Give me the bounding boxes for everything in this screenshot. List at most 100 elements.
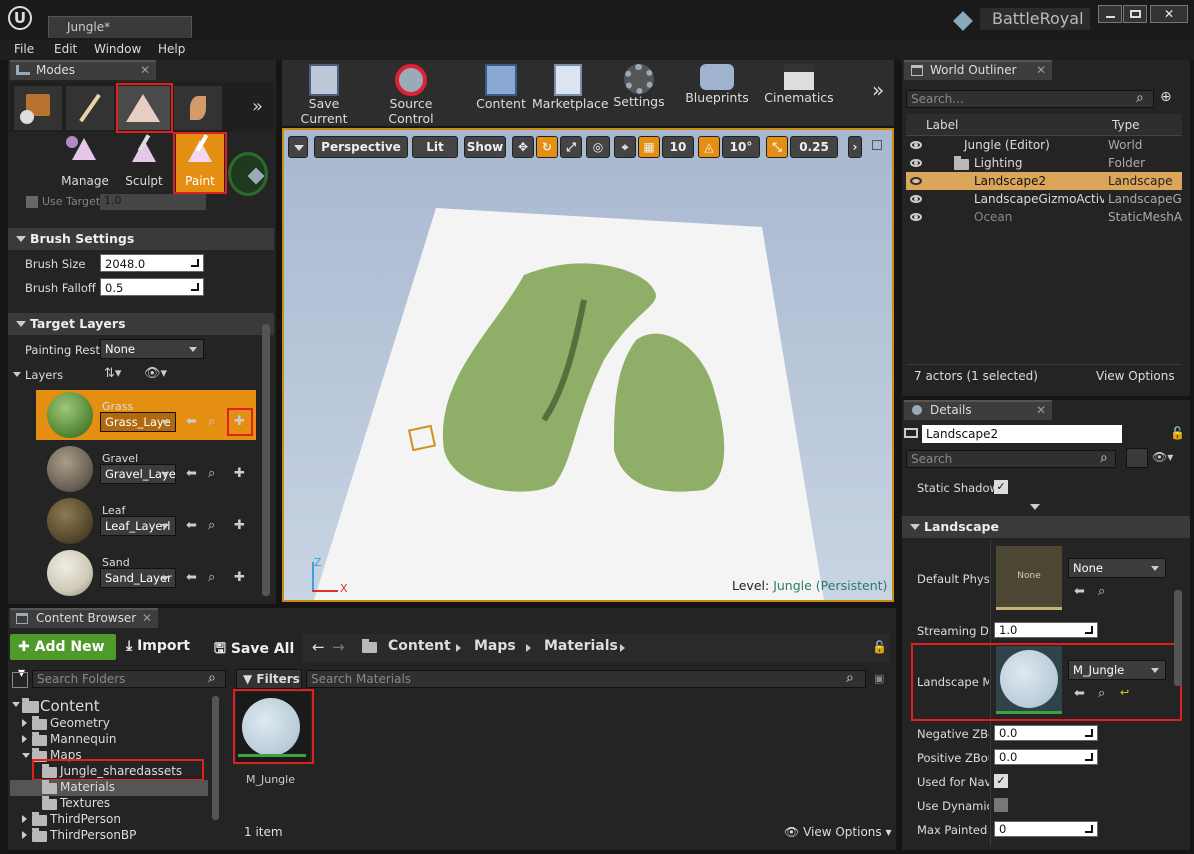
tree-geometry[interactable]: Geometry xyxy=(22,716,212,732)
lock-icon[interactable]: 🔓 xyxy=(1170,426,1185,440)
add-icon[interactable]: ✚ xyxy=(234,518,245,533)
rotate-icon[interactable]: ↻ xyxy=(536,136,558,158)
paint-mode-icon[interactable] xyxy=(66,86,114,130)
path-materials[interactable]: Materials xyxy=(544,638,618,654)
manage-tool[interactable]: Manage xyxy=(56,134,114,192)
surface-snap-icon[interactable]: ⌖ xyxy=(614,136,636,158)
close-icon[interactable]: ✕ xyxy=(142,610,152,627)
actor-name-input[interactable]: Landscape2 xyxy=(922,425,1122,443)
eye-icon[interactable] xyxy=(910,159,922,167)
settings-button[interactable]: Settings xyxy=(612,64,666,109)
eye-icon[interactable] xyxy=(910,141,922,149)
max-painted-field[interactable]: 0 xyxy=(994,821,1098,837)
world-outliner-tab[interactable]: World Outliner ✕ xyxy=(904,60,1052,80)
visibility-icon[interactable]: 👁▾ xyxy=(144,366,167,381)
maximize-button[interactable] xyxy=(1123,5,1147,23)
add-new-button[interactable]: ✚ Add New ▾ xyxy=(10,634,116,681)
negative-zbound-field[interactable]: 0.0 xyxy=(994,725,1098,741)
use-asset-icon[interactable]: ⬅ xyxy=(186,518,197,533)
cinematics-button[interactable]: Cinematics xyxy=(764,64,834,105)
close-icon[interactable]: ✕ xyxy=(1036,62,1046,79)
search-materials-input[interactable]: Search Materials xyxy=(306,670,866,688)
maximize-viewport-icon[interactable] xyxy=(872,140,882,150)
import-button[interactable]: ⤓ Import xyxy=(126,638,190,654)
brush-size-field[interactable]: 2048.0 xyxy=(100,254,204,272)
more-toolbar-icon[interactable]: » xyxy=(872,78,884,102)
details-visibility-icon[interactable]: 👁▾ xyxy=(1152,450,1173,464)
viewport-options-button[interactable] xyxy=(288,136,308,158)
save-all-button[interactable]: 🖫 Save All xyxy=(214,638,294,662)
menu-help[interactable]: Help xyxy=(158,42,185,56)
add-icon[interactable]: ✚ xyxy=(234,570,245,585)
more-modes-icon[interactable]: » xyxy=(252,96,263,117)
tree-mannequin[interactable]: Mannequin xyxy=(22,732,212,748)
blueprints-button[interactable]: Blueprints xyxy=(684,64,750,105)
details-tab[interactable]: Details ✕ xyxy=(904,400,1052,420)
browse-icon[interactable]: ⌕ xyxy=(1098,584,1105,599)
modes-tab[interactable]: Modes ✕ xyxy=(10,60,156,80)
outliner-view-options[interactable]: View Options xyxy=(1096,369,1175,383)
eye-icon[interactable] xyxy=(910,177,922,185)
save-search-icon[interactable]: ▣ xyxy=(874,672,884,685)
add-icon[interactable]: ✚ xyxy=(234,466,245,481)
menu-edit[interactable]: Edit xyxy=(54,42,77,56)
world-icon[interactable]: ◎ xyxy=(586,136,610,158)
sort-icon[interactable]: ⇅▾ xyxy=(104,366,121,381)
path-maps[interactable]: Maps xyxy=(474,638,516,654)
brush-falloff-field[interactable]: 0.5 xyxy=(100,278,204,296)
search-icon[interactable]: ⌕ xyxy=(208,670,216,686)
menu-window[interactable]: Window xyxy=(94,42,141,56)
translate-icon[interactable]: ✥ xyxy=(512,136,534,158)
perspective-button[interactable]: Perspective xyxy=(314,136,408,158)
menu-file[interactable]: File xyxy=(14,42,34,56)
minimize-button[interactable] xyxy=(1098,5,1122,23)
brush-settings-header[interactable]: Brush Settings xyxy=(8,228,274,250)
level-tab[interactable]: Jungle* xyxy=(48,16,192,38)
dynamic-material-checkbox[interactable] xyxy=(994,798,1008,812)
lit-button[interactable]: Lit xyxy=(412,136,458,158)
content-view-options[interactable]: 👁 View Options ▾ xyxy=(784,825,892,839)
close-window-button[interactable]: ✕ xyxy=(1150,5,1188,23)
path-content[interactable]: Content xyxy=(388,638,451,654)
browse-icon[interactable]: ⌕ xyxy=(208,466,215,481)
scale-snap-icon[interactable]: ⤡ xyxy=(766,136,788,158)
outliner-row-gizmo[interactable]: LandscapeGizmoActiveA LandscapeGiz xyxy=(906,190,1182,208)
static-shadow-checkbox[interactable]: ✓ xyxy=(994,480,1008,494)
streaming-dist-field[interactable]: 1.0 xyxy=(994,622,1098,638)
scale-icon[interactable]: ⤢ xyxy=(560,136,582,158)
use-asset-icon[interactable]: ⬅ xyxy=(1074,584,1085,599)
leaf-layer-dropdown[interactable]: Leaf_Layerl xyxy=(100,516,176,536)
use-asset-icon[interactable]: ⬅ xyxy=(186,466,197,481)
details-search-input[interactable]: Search xyxy=(906,450,1116,468)
forward-icon[interactable]: → xyxy=(332,638,345,656)
tree-materials[interactable]: Materials xyxy=(10,780,208,796)
search-icon[interactable]: ⌕ xyxy=(1100,450,1108,466)
place-mode-icon[interactable] xyxy=(14,86,62,130)
target-layers-header[interactable]: Target Layers xyxy=(8,313,274,335)
outliner-search-input[interactable]: Search... xyxy=(906,90,1154,108)
expand-more-icon[interactable] xyxy=(1030,504,1040,510)
show-button[interactable]: Show xyxy=(464,136,506,158)
details-scrollbar[interactable] xyxy=(1174,590,1182,686)
outliner-row-ocean[interactable]: Ocean StaticMeshAc xyxy=(906,208,1182,226)
foliage-mode-icon[interactable] xyxy=(174,86,222,130)
rotation-snap-icon[interactable]: ◬ xyxy=(698,136,720,158)
phys-material-thumbnail[interactable]: None xyxy=(996,546,1062,610)
outliner-row-landscape2[interactable]: Landscape2 Landscape xyxy=(906,172,1182,190)
grid-snap-icon[interactable]: ▦ xyxy=(638,136,660,158)
folders-scrollbar[interactable] xyxy=(212,696,219,820)
search-folders-input[interactable]: Search Folders xyxy=(32,670,226,688)
col-type[interactable]: Type xyxy=(1112,118,1140,132)
use-target-value[interactable]: 1.0 xyxy=(100,194,206,210)
unreal-logo-icon[interactable]: U xyxy=(8,6,32,30)
search-icon[interactable]: ⌕ xyxy=(1136,90,1144,106)
viewport-more-button[interactable]: › xyxy=(848,136,862,158)
sand-layer-dropdown[interactable]: Sand_Layer xyxy=(100,568,176,588)
marketplace-button[interactable]: Marketplace xyxy=(532,64,609,111)
search-icon[interactable]: ⌕ xyxy=(846,670,854,686)
close-icon[interactable]: ✕ xyxy=(1036,402,1046,419)
scale-snap-value[interactable]: 0.25 xyxy=(790,136,838,158)
tree-thirdperson[interactable]: ThirdPerson xyxy=(22,812,212,828)
close-icon[interactable]: ✕ xyxy=(140,62,150,79)
sources-toggle-icon[interactable] xyxy=(12,672,28,688)
